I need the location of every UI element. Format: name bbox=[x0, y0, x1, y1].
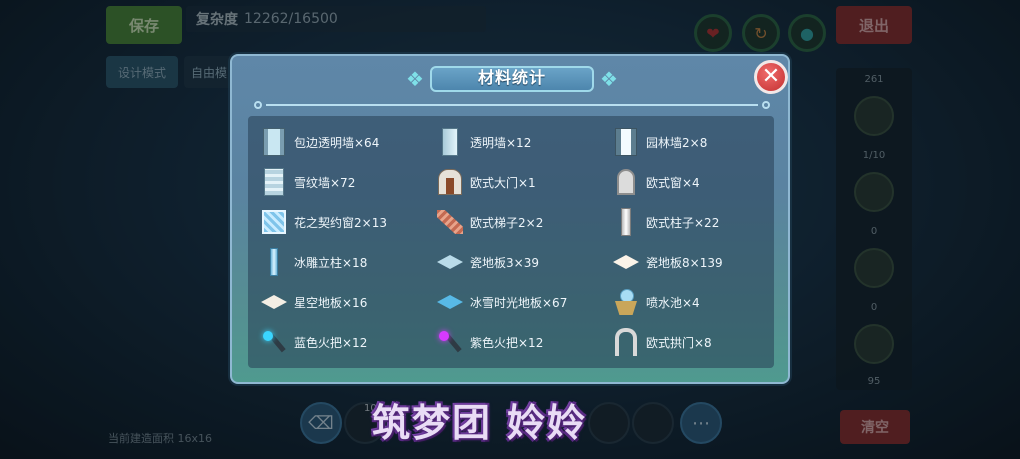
blue-torch-icon bbox=[260, 327, 288, 357]
material-item: 花之契约窗2×13 bbox=[260, 206, 432, 238]
material-label: 欧式拱门×8 bbox=[646, 335, 712, 350]
european-arch-icon bbox=[612, 327, 640, 357]
material-stats-dialog: ❖ 材料统计 ❖ ✕ 包边透明墙×64 透明墙×12 园林墙2×8 雪纹墙×72… bbox=[230, 54, 790, 384]
watermark-text: 筑梦团 姈姈 bbox=[372, 400, 588, 445]
material-label: 蓝色火把×12 bbox=[294, 335, 368, 350]
material-item: 欧式窗×4 bbox=[612, 166, 784, 198]
snow-pattern-wall-icon bbox=[260, 167, 288, 197]
material-item: 瓷地板8×139 bbox=[612, 246, 784, 278]
material-label: 瓷地板3×39 bbox=[470, 255, 539, 270]
materials-grid: 包边透明墙×64 透明墙×12 园林墙2×8 雪纹墙×72 欧式大门×1 欧式窗… bbox=[248, 116, 774, 368]
dialog-title-bar: ❖ 材料统计 ❖ bbox=[406, 62, 618, 94]
divider-dot bbox=[762, 101, 770, 109]
material-label: 瓷地板8×139 bbox=[646, 255, 723, 270]
flower-window-icon bbox=[260, 207, 288, 237]
ornament-right-icon: ❖ bbox=[600, 67, 618, 91]
ceramic-tile-icon bbox=[436, 247, 464, 277]
material-label: 花之契约窗2×13 bbox=[294, 215, 387, 230]
material-item: 包边透明墙×64 bbox=[260, 126, 432, 158]
material-label: 透明墙×12 bbox=[470, 135, 532, 150]
garden-wall-icon bbox=[612, 127, 640, 157]
material-item: 透明墙×12 bbox=[436, 126, 608, 158]
material-item: 雪纹墙×72 bbox=[260, 166, 432, 198]
material-label: 冰雕立柱×18 bbox=[294, 255, 368, 270]
divider-dot bbox=[254, 101, 262, 109]
purple-torch-icon bbox=[436, 327, 464, 357]
material-item: 蓝色火把×12 bbox=[260, 326, 432, 358]
material-item: 欧式拱门×8 bbox=[612, 326, 784, 358]
material-item: 冰雕立柱×18 bbox=[260, 246, 432, 278]
glass-wall-icon bbox=[436, 127, 464, 157]
ice-pillar-icon bbox=[260, 247, 288, 277]
material-label: 喷水池×4 bbox=[646, 295, 700, 310]
material-item: 欧式柱子×22 bbox=[612, 206, 784, 238]
fountain-icon bbox=[612, 287, 640, 317]
material-label: 欧式柱子×22 bbox=[646, 215, 720, 230]
starry-floor-icon bbox=[260, 287, 288, 317]
material-label: 园林墙2×8 bbox=[646, 135, 708, 150]
material-label: 欧式梯子2×2 bbox=[470, 215, 544, 230]
material-item: 欧式大门×1 bbox=[436, 166, 608, 198]
european-window-icon bbox=[612, 167, 640, 197]
material-item: 欧式梯子2×2 bbox=[436, 206, 608, 238]
material-label: 欧式窗×4 bbox=[646, 175, 700, 190]
material-label: 雪纹墙×72 bbox=[294, 175, 356, 190]
material-item: 冰雪时光地板×67 bbox=[436, 286, 608, 318]
material-label: 欧式大门×1 bbox=[470, 175, 536, 190]
material-item: 紫色火把×12 bbox=[436, 326, 608, 358]
european-gate-icon bbox=[436, 167, 464, 197]
ice-snow-floor-icon bbox=[436, 287, 464, 317]
material-item: 园林墙2×8 bbox=[612, 126, 784, 158]
dialog-title: 材料统计 bbox=[477, 68, 546, 87]
material-item: 星空地板×16 bbox=[260, 286, 432, 318]
ceramic-tile-icon bbox=[612, 247, 640, 277]
divider-line bbox=[266, 104, 758, 106]
divider bbox=[252, 101, 772, 109]
close-button[interactable]: ✕ bbox=[754, 60, 788, 94]
material-label: 星空地板×16 bbox=[294, 295, 368, 310]
game-screen: 保存 复杂度 12262/16500 设计模式 自由模 ❤ ↻ ● 退出 261… bbox=[0, 0, 1020, 459]
material-label: 紫色火把×12 bbox=[470, 335, 544, 350]
ornament-left-icon: ❖ bbox=[406, 67, 424, 91]
material-item: 瓷地板3×39 bbox=[436, 246, 608, 278]
material-item: 喷水池×4 bbox=[612, 286, 784, 318]
european-stairs-icon bbox=[436, 207, 464, 237]
material-label: 包边透明墙×64 bbox=[294, 135, 380, 150]
european-pillar-icon bbox=[612, 207, 640, 237]
edged-glass-wall-icon bbox=[260, 127, 288, 157]
material-label: 冰雪时光地板×67 bbox=[470, 295, 568, 310]
